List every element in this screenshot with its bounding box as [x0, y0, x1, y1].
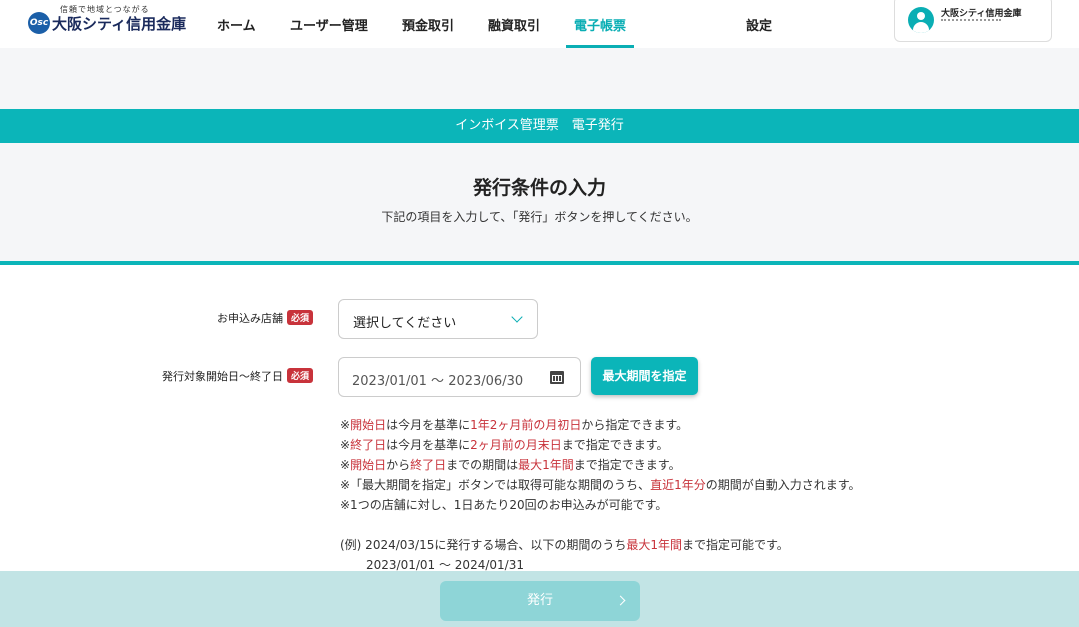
nav-user-management[interactable]: ユーザー管理 — [290, 0, 368, 48]
calendar-icon[interactable] — [550, 371, 564, 384]
store-select[interactable]: 選択してください — [338, 299, 538, 339]
note-line: ※開始日は今月を基準に1年2ヶ月前の月初日から指定できます。 — [340, 418, 689, 432]
date-range-input[interactable]: 2023/01/01 ～ 2023/06/30 — [338, 357, 581, 397]
note-line: ※終了日は今月を基準に2ヶ月前の月末日まで指定できます。 — [340, 438, 669, 452]
notes-list: ※開始日は今月を基準に1年2ヶ月前の月初日から指定できます。 ※終了日は今月を基… — [340, 415, 861, 515]
note-line: ※開始日から終了日までの期間は最大1年間まで指定できます。 — [340, 458, 681, 472]
logo-mark-icon: Osc — [28, 12, 50, 34]
chevron-down-icon — [511, 311, 523, 323]
user-org-name: 大阪シティ信用金庫 — [941, 9, 1022, 19]
nav-loan[interactable]: 融資取引 — [488, 0, 540, 48]
example-block: (例) 2024/03/15に発行する場合、以下の期間のうち最大1年間まで指定可… — [340, 535, 789, 575]
nav-deposit[interactable]: 預金取引 — [402, 0, 454, 48]
user-menu[interactable]: 大阪シティ信用金庫 — [894, 0, 1052, 42]
top-header: 信頼で地域とつながる Osc 大阪シティ信用金庫 ホーム ユーザー管理 預金取引… — [0, 0, 1079, 48]
user-subtext — [941, 19, 1001, 23]
note-line: ※1つの店舗に対し、1日あたり20回のお申込みが可能です。 — [340, 498, 668, 512]
brand-logo[interactable]: 信頼で地域とつながる Osc 大阪シティ信用金庫 — [28, 4, 198, 36]
nav-settings[interactable]: 設定 — [746, 0, 772, 48]
date-range-value: 2023/01/01 ～ 2023/06/30 — [352, 374, 524, 389]
logo-name: 大阪シティ信用金庫 — [52, 15, 187, 33]
page-title: 発行条件の入力 — [472, 177, 606, 199]
max-period-button[interactable]: 最大期間を指定 — [591, 357, 698, 395]
store-field-label: お申込み店舗 必須 — [217, 310, 313, 326]
nav-e-documents[interactable]: 電子帳票 — [565, 0, 635, 48]
example-line: (例) 2024/03/15に発行する場合、以下の期間のうち最大1年間まで指定可… — [340, 538, 789, 552]
page-banner: インボイス管理票 電子発行 — [0, 109, 1079, 143]
footer-bar: 発行 — [0, 571, 1079, 627]
store-select-value: 選択してください — [353, 316, 457, 331]
user-avatar-icon — [908, 7, 934, 33]
period-label-text: 発行対象開始日～終了日 — [161, 370, 283, 383]
store-label-text: お申込み店舗 — [216, 312, 283, 325]
chevron-right-icon — [615, 595, 626, 606]
nav-home[interactable]: ホーム — [217, 0, 256, 48]
page-description: 下記の項目を入力して、「発行」ボタンを押してください。 — [381, 210, 698, 224]
intro-section: 発行条件の入力 下記の項目を入力して、「発行」ボタンを押してください。 — [0, 143, 1079, 262]
issue-submit-button[interactable]: 発行 — [440, 581, 640, 621]
required-badge: 必須 — [286, 368, 313, 383]
required-badge: 必須 — [286, 310, 313, 325]
note-line: ※「最大期間を指定」ボタンでは取得可能な期間のうち、直近1年分の期間が自動入力さ… — [340, 478, 861, 492]
submit-label: 発行 — [526, 593, 553, 608]
period-field-label: 発行対象開始日～終了日 必須 — [162, 368, 313, 384]
